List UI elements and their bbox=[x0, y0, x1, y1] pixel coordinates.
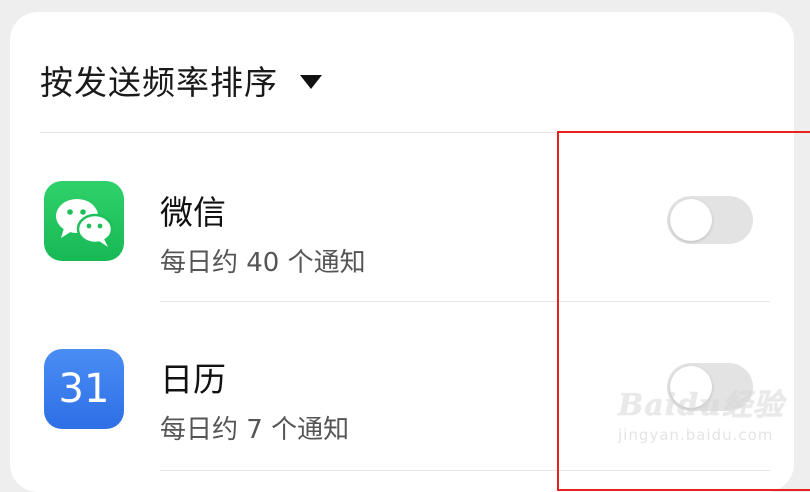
app-row-calendar: 31 日历 每日约 7 个通知 bbox=[10, 303, 794, 471]
caret-down-icon bbox=[300, 75, 322, 89]
sort-label: 按发送频率排序 bbox=[40, 63, 278, 102]
header-divider bbox=[40, 132, 770, 133]
row-divider bbox=[160, 301, 770, 302]
toggle-knob bbox=[670, 199, 712, 241]
app-name: 日历 bbox=[160, 360, 226, 399]
app-name: 微信 bbox=[160, 193, 226, 232]
app-row-wechat: 微信 每日约 40 个通知 bbox=[10, 134, 794, 302]
wechat-icon bbox=[44, 181, 124, 261]
toggle-knob bbox=[670, 366, 712, 408]
sort-dropdown[interactable]: 按发送频率排序 bbox=[40, 58, 322, 102]
calendar-icon-date: 31 bbox=[58, 366, 110, 412]
calendar-icon: 31 bbox=[44, 349, 124, 429]
notification-settings-card: 按发送频率排序 微信 每日约 40 个通知 31 日历 每日约 7 个通知 bbox=[10, 12, 794, 492]
wechat-notification-toggle[interactable] bbox=[667, 196, 753, 244]
calendar-notification-toggle[interactable] bbox=[667, 363, 753, 411]
app-notification-count: 每日约 7 个通知 bbox=[160, 415, 350, 445]
app-notification-count: 每日约 40 个通知 bbox=[160, 248, 366, 278]
